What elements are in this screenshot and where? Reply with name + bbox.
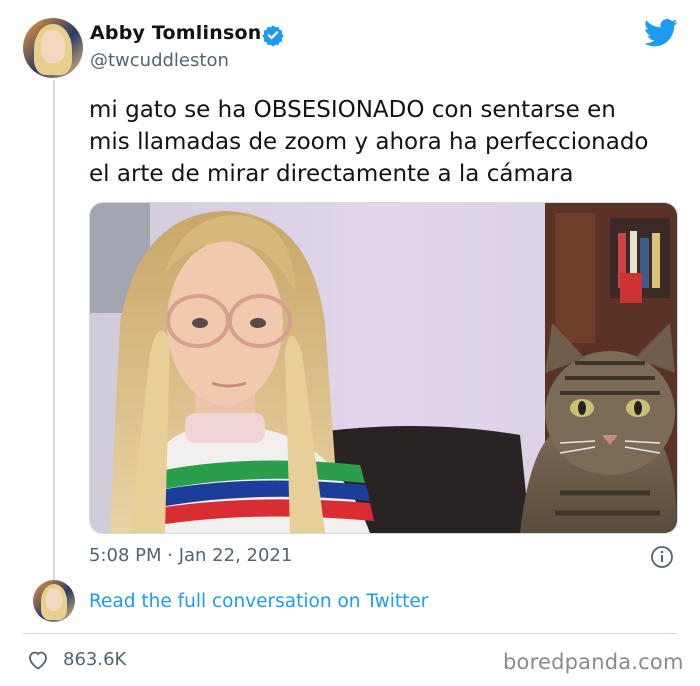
tweet-media-photo[interactable]	[89, 202, 678, 534]
thread-line	[53, 80, 55, 580]
author-handle[interactable]: @twcuddleston	[90, 50, 229, 71]
author-avatar[interactable]	[23, 18, 83, 78]
info-icon[interactable]	[650, 545, 674, 569]
tweet-text: mi gato se ha OBSESIONADO con sentarse e…	[89, 94, 689, 190]
author-name[interactable]: Abby Tomlinson	[90, 22, 261, 44]
verified-badge-icon	[262, 25, 284, 46]
tweet-text-line: el arte de mirar directamente a la cámar…	[89, 161, 574, 187]
photo-woman-and-cat	[90, 203, 677, 533]
heart-icon[interactable]	[26, 648, 50, 672]
author-avatar-small[interactable]	[33, 580, 75, 622]
tweet-timestamp[interactable]: 5:08 PM · Jan 22, 2021	[89, 545, 292, 566]
read-full-conversation-link[interactable]: Read the full conversation on Twitter	[89, 591, 428, 612]
like-count[interactable]: 863.6K	[63, 649, 126, 670]
divider	[23, 633, 677, 634]
tweet-text-line: mis llamadas de zoom y ahora ha perfecci…	[89, 129, 649, 155]
twitter-bird-icon[interactable]	[644, 18, 678, 48]
tweet-text-line: mi gato se ha OBSESIONADO con sentarse e…	[89, 97, 616, 123]
watermark: boredpanda.com	[503, 650, 684, 674]
